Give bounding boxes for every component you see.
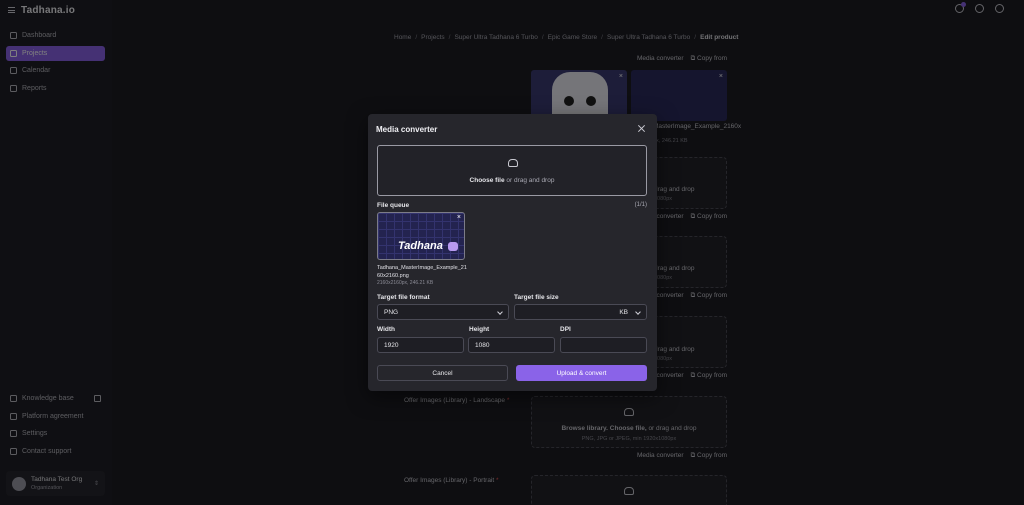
chevron-down-icon <box>497 309 503 315</box>
size-unit-select[interactable]: KB <box>619 309 628 316</box>
dpi-label: DPI <box>560 326 571 333</box>
target-size-label: Target file size <box>514 294 559 301</box>
queued-file-thumbnail[interactable]: Tadhana × <box>377 212 465 260</box>
queued-file-meta: 2160x2160px, 246.21 KB <box>377 280 434 286</box>
queued-file-name: Tadhana_MasterImage_Example_2160x2160.pn… <box>377 265 467 279</box>
file-drop-area[interactable]: Choose file or drag and drop <box>377 145 647 196</box>
remove-file-icon[interactable]: × <box>457 214 461 221</box>
width-label: Width <box>377 326 395 333</box>
height-label: Height <box>469 326 490 333</box>
thumb-logo: Tadhana <box>398 240 443 252</box>
target-format-label: Target file format <box>377 294 430 301</box>
queue-count: (1/1) <box>634 202 647 208</box>
target-size-input[interactable]: KB <box>514 304 647 320</box>
queue-label: File queue <box>377 202 410 209</box>
upload-icon <box>508 159 518 167</box>
mascot-icon <box>448 242 458 251</box>
upload-convert-button[interactable]: Upload & convert <box>516 365 647 381</box>
chevron-down-icon <box>635 309 641 315</box>
close-icon[interactable] <box>638 125 645 132</box>
width-value: 1920 <box>384 341 399 349</box>
target-format-value: PNG <box>384 308 399 316</box>
modal-title: Media converter <box>376 125 438 134</box>
dpi-input[interactable] <box>560 337 647 353</box>
cancel-button[interactable]: Cancel <box>377 365 508 381</box>
height-input[interactable]: 1080 <box>468 337 555 353</box>
drop-text: or drag and drop <box>506 177 555 184</box>
choose-file-link[interactable]: Choose file <box>470 177 505 184</box>
height-value: 1080 <box>475 341 490 349</box>
target-format-select[interactable]: PNG <box>377 304 509 320</box>
media-converter-modal: Media converter Choose file or drag and … <box>368 114 657 391</box>
width-input[interactable]: 1920 <box>377 337 464 353</box>
